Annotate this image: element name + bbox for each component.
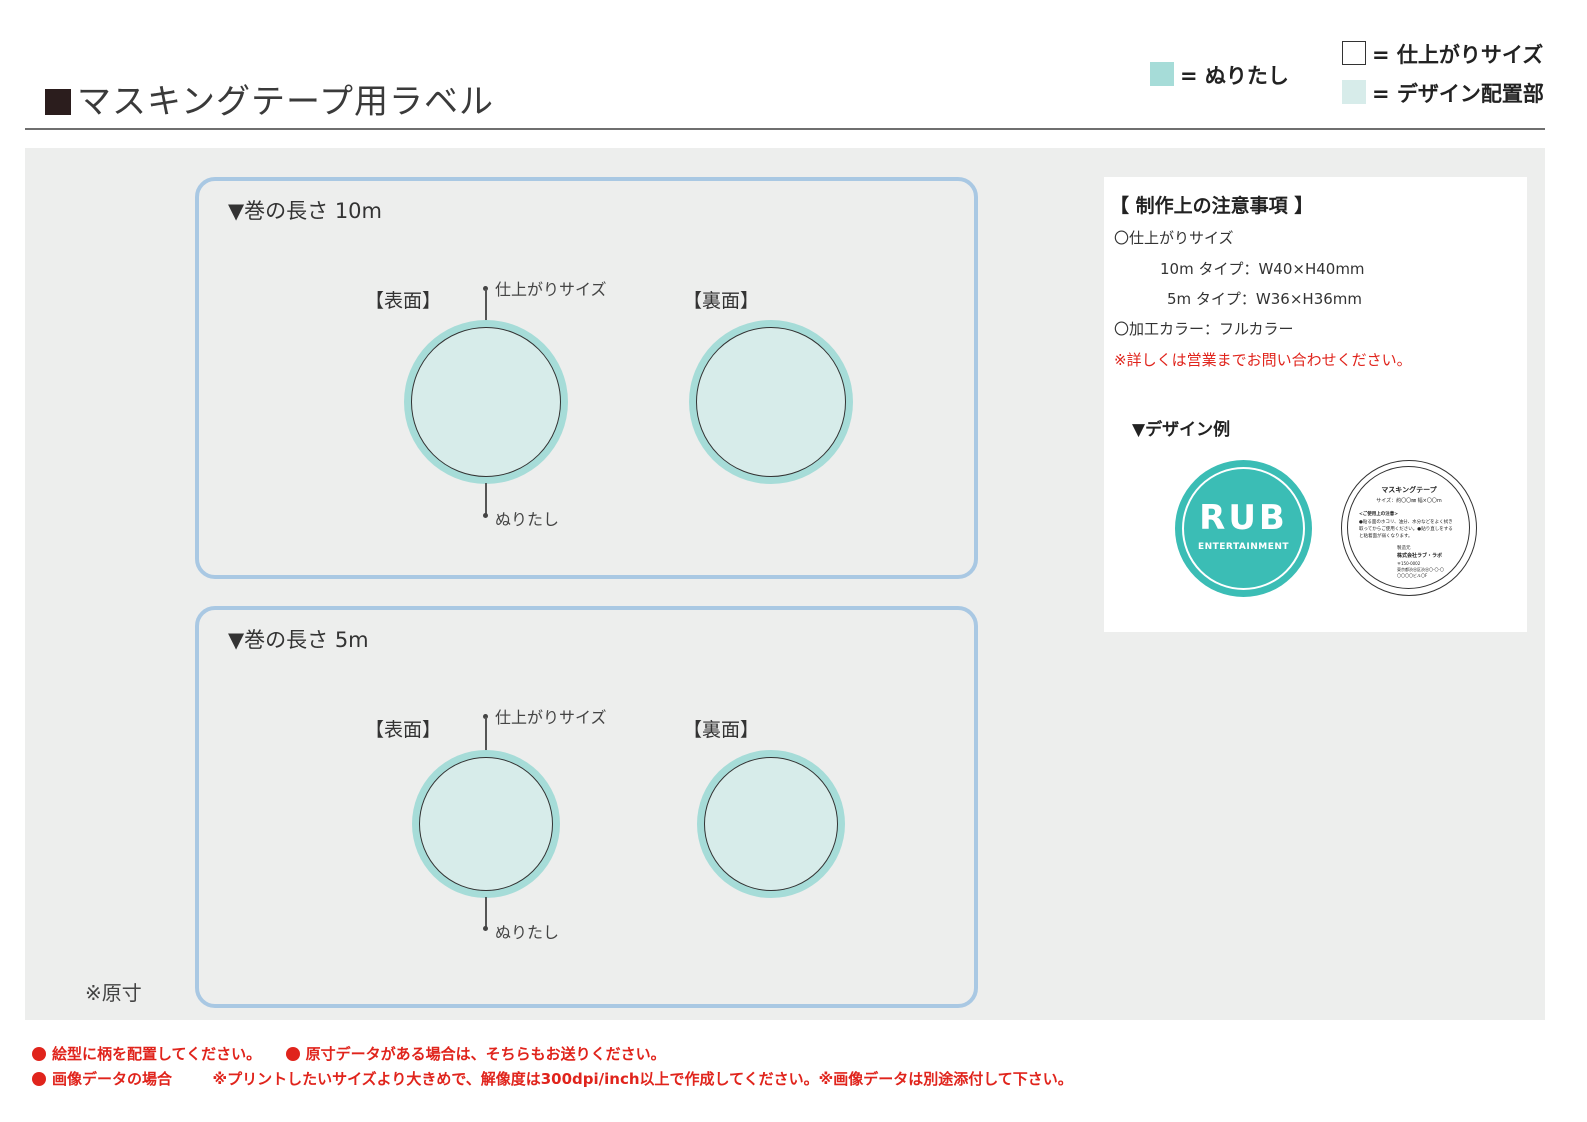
legend-finish-label: = 仕上がりサイズ — [1372, 43, 1544, 67]
title-square-icon — [45, 89, 71, 115]
back-finish-circle-5m — [704, 757, 838, 891]
legend-bleed-label: = ぬりたし — [1180, 64, 1289, 88]
finish-leader-10m — [485, 289, 487, 323]
notes-title: 【 制作上の注意事項 】 — [1110, 195, 1314, 217]
notes-process-color: 〇加工カラー：フルカラー — [1114, 320, 1294, 338]
bleed-leader-5m — [485, 897, 487, 927]
legend-finish-swatch — [1342, 41, 1366, 65]
back-finish-circle-10m — [696, 327, 846, 477]
front-finish-circle-5m — [419, 757, 553, 891]
bleed-label-5m: ぬりたし — [495, 923, 560, 942]
design-example-heading: ▼デザイン例 — [1132, 420, 1231, 440]
bottom-note-original-data: 原寸データがある場合は、そちらもお送りください。 — [305, 1045, 666, 1063]
example-back-title: マスキングテープ — [1381, 486, 1437, 494]
example-back-maker-label: 製造元 — [1397, 546, 1411, 551]
example-back-label: マスキングテープ サイズ：約〇〇㎜ 幅×〇〇m <ご使用上の注意> ●貼る面のホ… — [1341, 460, 1477, 596]
bleed-leader-10m — [485, 483, 487, 515]
box-heading-5m: ▼巻の長さ 5m — [228, 628, 369, 652]
header-divider — [25, 128, 1545, 130]
bleed-leader-dot-10m — [483, 513, 488, 518]
finish-size-label-10m: 仕上がりサイズ — [495, 280, 607, 299]
original-size-note: ※原寸 — [85, 981, 142, 1005]
legend-bleed-swatch — [1150, 62, 1174, 86]
legend-design-swatch — [1342, 80, 1366, 104]
example-back-address-3: 〇〇〇〇ビル〇F — [1397, 573, 1428, 578]
example-back-caution-1: ●貼る面のホコリ、油分、水分などをよく拭き — [1359, 520, 1453, 525]
box-heading-10m: ▼巻の長さ 10m — [228, 199, 383, 223]
page-title-text: マスキングテープ用ラベル — [77, 82, 494, 122]
spec-box-10m — [195, 177, 978, 579]
bottom-note-line1: 絵型に柄を配置してください。 原寸データがある場合は、そちらもお送りください。 — [32, 1043, 666, 1064]
example-back-size: サイズ：約〇〇㎜ 幅×〇〇m — [1376, 498, 1442, 504]
page-title: マスキングテープ用ラベル — [45, 74, 494, 123]
legend-design-label: = デザイン配置部 — [1372, 82, 1544, 106]
red-bullet-icon — [285, 1047, 300, 1061]
bleed-leader-dot-5m — [483, 926, 488, 931]
back-label-10m: 【裏面】 — [683, 290, 760, 312]
bottom-note-line2: 画像データの場合 ※プリントしたいサイズより大きめで、解像度は300dpi/in… — [32, 1068, 1073, 1089]
bottom-note-resolution: ※プリントしたいサイズより大きめで、解像度は300dpi/inch以上で作成して… — [212, 1070, 1073, 1088]
red-bullet-icon — [32, 1047, 46, 1061]
finish-size-label-5m: 仕上がりサイズ — [495, 708, 607, 727]
example-back-caution-title: <ご使用上の注意> — [1359, 512, 1399, 517]
notes-contact: ※詳しくは営業までお問い合わせください。 — [1114, 351, 1412, 369]
front-finish-circle-10m — [411, 327, 561, 477]
front-label-5m: 【表面】 — [365, 719, 442, 741]
bleed-label-10m: ぬりたし — [495, 510, 560, 529]
example-front-sub: ENTERTAINMENT — [1197, 542, 1290, 552]
example-front-word: RUB — [1199, 498, 1288, 538]
back-label-5m: 【裏面】 — [683, 719, 760, 741]
example-back-caution-2: 取ってからご使用ください。●貼り直しをする — [1359, 527, 1453, 532]
front-label-10m: 【表面】 — [365, 290, 442, 312]
notes-size-5m: 5m タイプ：W36×H36mm — [1167, 290, 1363, 308]
notes-finish-heading: 〇仕上がりサイズ — [1114, 229, 1234, 247]
bottom-note-image-data: 画像データの場合 — [52, 1070, 173, 1088]
bottom-note-pattern: 絵型に柄を配置してください。 — [52, 1045, 262, 1063]
notes-size-10m: 10m タイプ：W40×H40mm — [1160, 260, 1365, 278]
example-front-logo: RUB ENTERTAINMENT — [1175, 460, 1312, 597]
example-back-caution-3: と粘着面が弱くなります。 — [1359, 534, 1413, 539]
red-bullet-icon — [32, 1072, 46, 1086]
spec-box-5m — [195, 606, 978, 1008]
example-back-maker: 株式会社ラブ・ラボ — [1397, 553, 1443, 559]
